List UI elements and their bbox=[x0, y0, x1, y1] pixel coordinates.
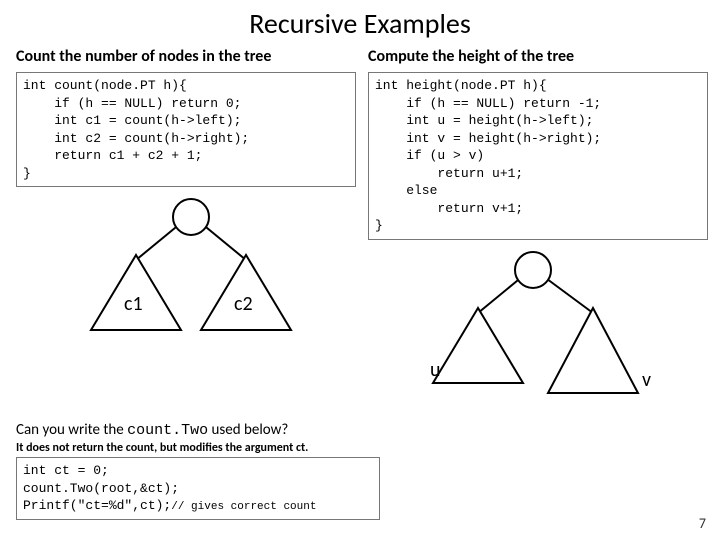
question-note: It does not return the count, but modifi… bbox=[16, 441, 380, 455]
left-tree: c1 c2 bbox=[16, 195, 356, 345]
right-subhead: Compute the height of the tree bbox=[368, 47, 708, 66]
right-subtree-icon bbox=[548, 308, 638, 393]
edge-right bbox=[543, 276, 593, 313]
question-suffix: used below? bbox=[208, 421, 288, 439]
page-number: 7 bbox=[699, 515, 706, 532]
code2-line2: count.Two(root,&ct); bbox=[23, 481, 179, 496]
edge-right bbox=[201, 223, 246, 260]
right-subtree-label: v bbox=[642, 368, 651, 392]
question-text: Can you write the count.Two used below? bbox=[16, 421, 380, 439]
left-tree-svg: c1 c2 bbox=[16, 195, 356, 345]
count-code: int count(node.PT h){ if (h == NULL) ret… bbox=[16, 72, 356, 187]
edge-left bbox=[136, 223, 181, 260]
left-subtree-label: c1 bbox=[124, 292, 143, 316]
height-code: int height(node.PT h){ if (h == NULL) re… bbox=[368, 72, 708, 240]
slide: Recursive Examples Count the number of n… bbox=[0, 0, 720, 540]
bottom-section: Can you write the count.Two used below? … bbox=[0, 413, 396, 520]
code2-line1: int ct = 0; bbox=[23, 463, 109, 478]
right-tree: u v bbox=[368, 248, 708, 398]
right-tree-svg: u v bbox=[368, 248, 708, 398]
question-prefix: Can you write the bbox=[16, 421, 127, 439]
count-two-code: int ct = 0; count.Two(root,&ct); Printf(… bbox=[16, 457, 380, 520]
root-node-icon bbox=[515, 252, 551, 288]
question-func: count.Two bbox=[127, 422, 208, 439]
code2-line3b: // gives correct count bbox=[171, 501, 316, 513]
slide-title: Recursive Examples bbox=[0, 0, 720, 41]
edge-left bbox=[478, 276, 523, 313]
right-column: Compute the height of the tree int heigh… bbox=[362, 47, 714, 398]
left-column: Count the number of nodes in the tree in… bbox=[10, 47, 362, 398]
left-subtree-icon bbox=[433, 308, 523, 383]
right-subtree-label: c2 bbox=[234, 292, 253, 316]
code2-line3a: Printf("ct=%d",ct); bbox=[23, 498, 171, 513]
left-subhead: Count the number of nodes in the tree bbox=[16, 47, 356, 66]
left-subtree-label: u bbox=[430, 358, 441, 382]
columns: Count the number of nodes in the tree in… bbox=[0, 47, 720, 398]
root-node-icon bbox=[173, 199, 209, 235]
